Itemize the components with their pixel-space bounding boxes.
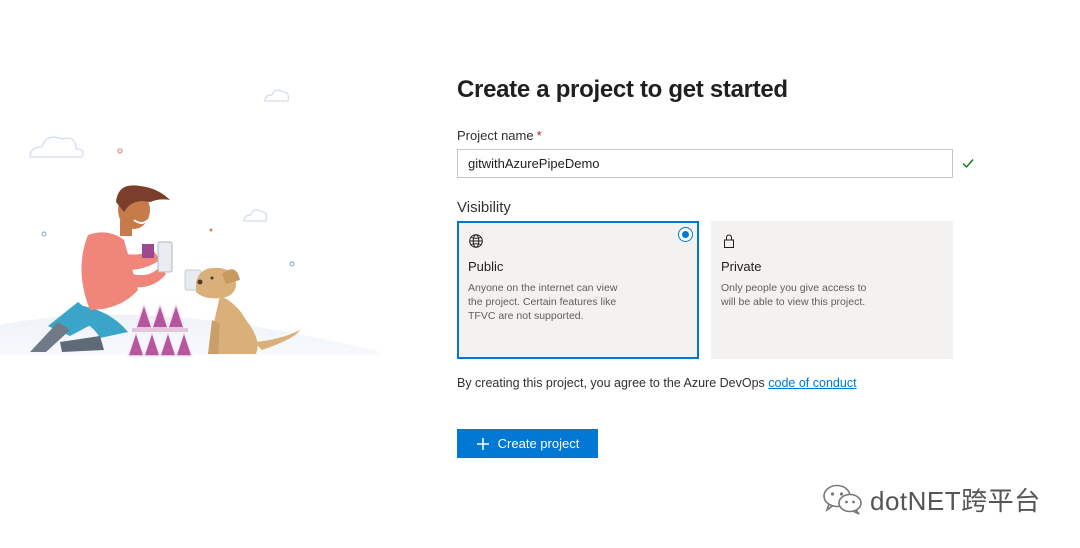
visibility-option-description: Anyone on the internet can view the proj… [468,282,618,322]
plus-icon [476,437,489,450]
visibility-label: Visibility [457,199,511,216]
visibility-option-title: Public [468,259,504,274]
visibility-option-description: Only people you give access to will be a… [721,282,867,308]
globe-icon [469,234,483,248]
required-mark: * [536,128,542,143]
create-project-button[interactable]: Create project [457,429,598,458]
visibility-option-private[interactable]: Private Only people you give access to w… [711,221,953,359]
wechat-icon [823,484,862,515]
visibility-option-public[interactable]: Public Anyone on the internet can view t… [457,221,699,359]
cloud-icon [29,89,290,222]
page-title: Create a project to get started [457,76,788,103]
watermark: dotNET跨平台 [822,482,1041,516]
check-icon [962,159,974,169]
radio-selected-icon[interactable] [678,227,693,242]
agreement-text: By creating this project, you agree to t… [457,376,857,390]
lock-icon [724,234,734,248]
project-name-label: Project name * [457,128,542,143]
hero-illustration [0,89,380,357]
watermark-text: dotNET跨平台 [870,485,1041,516]
project-name-input[interactable] [457,149,953,178]
code-of-conduct-link[interactable]: code of conduct [768,376,856,390]
visibility-option-title: Private [721,259,762,274]
create-project-label: Create project [497,436,580,451]
